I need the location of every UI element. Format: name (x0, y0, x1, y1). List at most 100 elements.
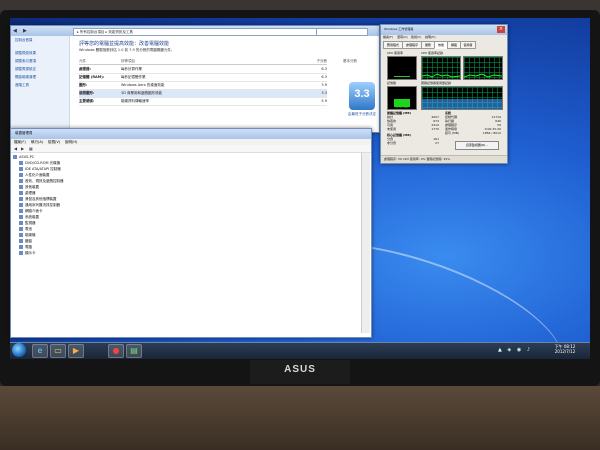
stat-row: 認可 (MB) 1856 / 8012 (445, 131, 501, 135)
component-name: 遊戲圖形: (79, 91, 95, 95)
back-icon[interactable]: ◀ (14, 146, 17, 151)
system-tray[interactable]: ▲ ◈ ◉ ♪ (498, 347, 544, 353)
menu-view[interactable]: 檢視(V) (411, 35, 421, 39)
system-stats: 控制代碼 11710 執行緒 646 處理程序 59 運作時間 0:00:25:20 認… (445, 115, 501, 135)
tab-applications[interactable]: 應用程式 (383, 41, 403, 49)
base-score-badge: 3.3 (349, 82, 375, 110)
device-icon (19, 233, 23, 237)
cpu-usage-label: CPU 使用率 (387, 51, 404, 55)
kernel-memory-stats: 分頁 161 非分頁 27 (387, 137, 439, 145)
performance-titlebar[interactable]: ◀ ▶ ▸ 所有控制台項目 ▸ 效能資訊及工具 (11, 26, 379, 36)
performance-window: ◀ ▶ ▸ 所有控制台項目 ▸ 效能資訊及工具 控制台首頁 調整視覺效果 調整索… (10, 25, 380, 133)
sidebar-item[interactable]: 調整視覺效果 (11, 49, 69, 57)
ie-icon[interactable]: e (32, 344, 48, 358)
physical-memory-stats: 總計 4007 快取的 674 可用 2419 未使用 1770 (387, 115, 439, 131)
sidebar: 控制台首頁 調整視覺效果 調整索引選項 調整電源設定 開啟磁碟清理 進階工具 (11, 36, 70, 132)
memory-gauge: 1.55 GB (387, 86, 417, 110)
brand-logo: ASUS (284, 364, 316, 375)
component-score: 5.9 (321, 99, 327, 103)
tab-users[interactable]: 使用者 (460, 41, 476, 49)
device-icon (19, 209, 23, 213)
memory-value: 1.55 GB (395, 105, 409, 109)
taskmgr-icon[interactable]: ▤ (126, 344, 142, 358)
status-text: 處理程序: 59 CPU 使用率: 0% 實體記憶體: 39% (384, 157, 451, 161)
table-row: 主要硬碟: 磁碟資料傳輸速率 5.9 (79, 98, 327, 106)
cpu-gauge (387, 56, 417, 80)
menu-bar: 檔案(F) 選項(O) 檢視(V) 說明(H) (383, 35, 505, 40)
properties-icon[interactable]: ▦ (29, 146, 33, 151)
resource-monitor-button[interactable]: 資源監視器(R)... (455, 141, 499, 150)
sidebar-item[interactable]: 進階工具 (11, 81, 69, 89)
component-item: 磁碟資料傳輸速率 (121, 99, 149, 103)
component-item: 每秒計算作業 (121, 67, 142, 71)
start-button[interactable] (12, 343, 26, 357)
performance-main: 評等您的電腦並提高效能：改善電腦效能 Windows 體驗指數評估 1.0 到 … (71, 36, 377, 132)
cpu-history-graph-1 (421, 56, 461, 80)
device-icon (19, 179, 23, 183)
component-name: 記憶體 (RAM): (79, 75, 105, 79)
forward-icon[interactable]: ▶ (21, 146, 24, 151)
device-icon (19, 173, 23, 177)
device-manager-window: 裝置管理員 檔案(F) 執行(A) 檢視(V) 說明(H) ◀ ▶ ▦ ASUS… (10, 128, 372, 338)
tab-network[interactable]: 網路 (447, 41, 461, 49)
stat-row: 未使用 1770 (387, 127, 439, 131)
close-icon[interactable]: × (497, 26, 505, 33)
sidebar-item[interactable]: 調整索引選項 (11, 57, 69, 65)
device-icon (19, 221, 23, 225)
cpu-history-graph-2 (463, 56, 503, 80)
menu-options[interactable]: 選項(O) (397, 35, 408, 39)
base-score-caption: 由最低子分數決定 (348, 112, 376, 116)
sidebar-item[interactable]: 開啟磁碟清理 (11, 73, 69, 81)
component-name: 處理器: (79, 67, 91, 71)
sidebar-item[interactable]: 調整電源設定 (11, 65, 69, 73)
page-subtitle: Windows 體驗指數評估 1.0 到 7.9 的分數的電腦關鍵元件。 (79, 48, 175, 52)
cpu-gauge-fill (394, 76, 410, 77)
component-name: 圖形: (79, 83, 88, 87)
window-title: 裝置管理員 (15, 131, 33, 135)
device-icon (19, 185, 23, 189)
component-name: 主要硬碟: (79, 99, 95, 103)
tab-services[interactable]: 服務 (421, 41, 435, 49)
tab-performance[interactable]: 效能 (434, 41, 448, 49)
address-bar[interactable]: ▸ 所有控制台項目 ▸ 效能資訊及工具 (73, 28, 318, 36)
menu-file[interactable]: 檔案(F) (383, 35, 393, 39)
col-base-score: 基本分數 (343, 59, 357, 63)
computer-icon (13, 155, 17, 159)
page-title: 評等您的電腦並提高效能：改善電腦效能 (79, 41, 170, 47)
scrollbar[interactable] (361, 153, 370, 333)
component-score: 6.3 (321, 75, 327, 79)
desk (0, 386, 600, 450)
memory-history-graph (421, 86, 503, 110)
col-subscore: 子分數 (316, 59, 328, 63)
tab-processes[interactable]: 處理程序 (402, 41, 422, 49)
device-icon (19, 227, 23, 231)
forward-icon[interactable]: ▶ (23, 28, 31, 34)
device-icon (19, 239, 23, 243)
task-manager-titlebar[interactable]: Windows 工作管理員 × (381, 25, 507, 35)
device-manager-titlebar[interactable]: 裝置管理員 (11, 129, 371, 139)
cpu-history-label: CPU 使用率記錄 (421, 51, 444, 55)
component-score: 3.9 (321, 83, 327, 87)
sidebar-item[interactable]: 控制台首頁 (11, 36, 69, 44)
search-input[interactable] (316, 28, 368, 36)
col-component: 元件 (79, 59, 86, 63)
score-table-header: 元件 評等項目 子分數 基本分數 (79, 59, 357, 65)
back-icon[interactable]: ◀ (13, 28, 21, 34)
menu-help[interactable]: 說明(H) (425, 35, 436, 39)
memory-history-area (422, 99, 502, 109)
tab-strip: 應用程式 處理程序 服務 效能 網路 使用者 (383, 41, 505, 49)
toolbar: ◀ ▶ ▦ (11, 145, 371, 153)
chrome-icon[interactable]: ● (108, 344, 124, 358)
device-icon (19, 203, 23, 207)
clock[interactable]: 下午 08:12 2012/7/12 (548, 344, 582, 356)
component-item: 3D 商業用和遊戲圖形效能 (121, 91, 163, 95)
device-tree: ASUS-PC DVD/CD-ROM 光碟機 IDE ATA/ATAPI 控制器… (13, 154, 353, 334)
tree-node[interactable]: 顯示卡 (13, 250, 353, 256)
folder-icon[interactable]: ▭ (50, 344, 66, 358)
table-row: 遊戲圖形: 3D 商業用和遊戲圖形效能 3.3 (79, 90, 327, 98)
media-player-icon[interactable]: ▶ (68, 344, 84, 358)
device-icon (19, 191, 23, 195)
col-item: 評等項目 (121, 59, 135, 63)
component-score: 6.3 (321, 67, 327, 71)
component-score: 3.3 (321, 91, 327, 95)
